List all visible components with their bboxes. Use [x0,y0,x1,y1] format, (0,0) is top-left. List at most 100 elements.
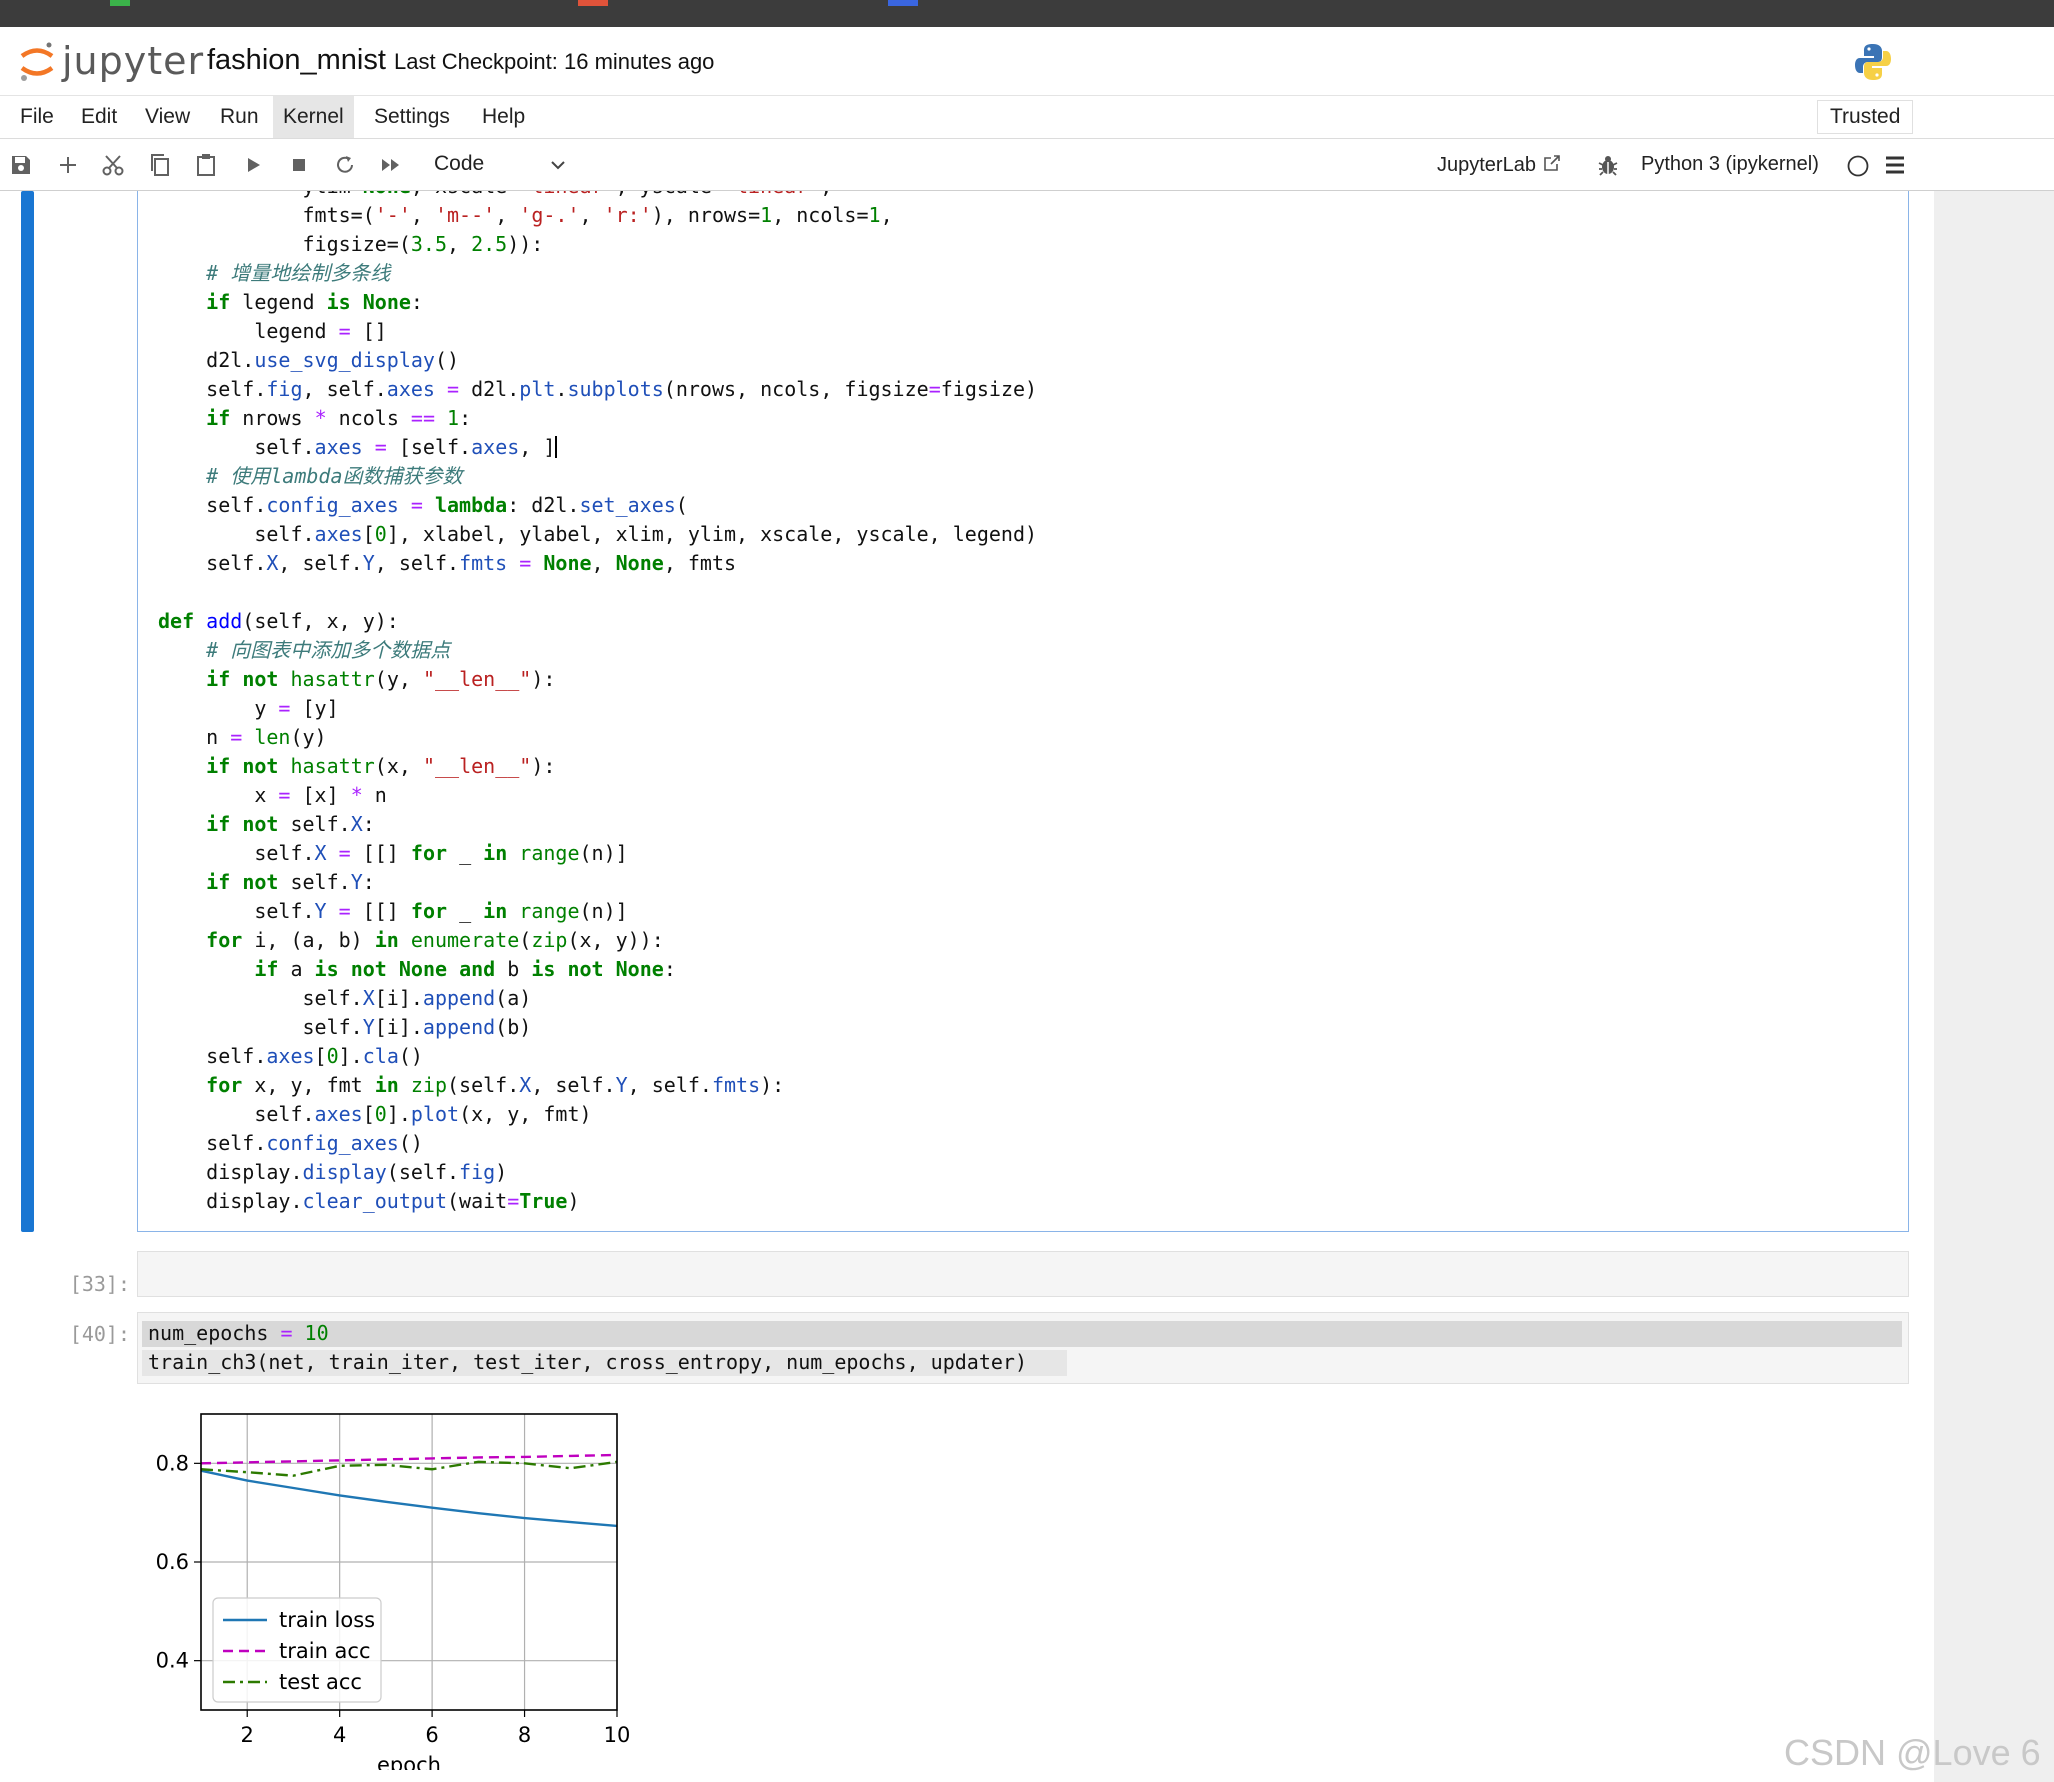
code-line: self.axes[0].cla() [158,1044,423,1068]
code-line: self.config_axes() [158,1131,423,1155]
code-line: if legend is None: [206,290,423,314]
chevron-down-icon[interactable] [548,155,568,175]
cell-type-select[interactable]: Code [434,152,484,176]
watermark: CSDN @Love 6 [1784,1732,2041,1773]
code-line: ylim=None, xscale='linear', yscale='line… [158,191,832,198]
x-tick-label: 8 [518,1723,531,1747]
code-line: n = len(y) [158,725,327,749]
code-line: def add(self, x, y): [158,609,399,633]
legend-label: test acc [279,1670,362,1694]
code-line: x = [x] * n [158,783,387,807]
code-line: self.axes[0].plot(x, y, fmt) [158,1102,592,1126]
kernel-name[interactable]: Python 3 (ipykernel) [1641,153,1819,176]
active-code-cell[interactable]: ylim=None, xscale='linear', yscale='line… [137,191,1909,1232]
series-line-train-loss [200,1469,618,1528]
code-line: self.X, self.Y, self.fmts = None, None, … [158,551,737,575]
code-line: if a is not None and b is not None: [254,957,676,981]
menu-settings[interactable]: Settings [364,96,460,138]
code-line: num_epochs = 10 [148,1321,329,1345]
code-line: self.config_axes = lambda: d2l.set_axes( [158,493,688,517]
stop-icon[interactable] [286,152,312,178]
code-line: if not self.X: [206,812,375,836]
os-tab-indicator-blue [888,0,918,6]
x-axis-label: epoch [377,1753,441,1770]
code-line: if not hasattr(y, "__len__"): [206,667,556,691]
os-tab-indicator-green [110,0,130,6]
run-icon[interactable] [240,152,266,178]
cell-33-prompt: [33]: [69,1272,130,1296]
code-line: if not hasattr(x, "__len__"): [206,754,556,778]
paste-icon[interactable] [193,152,219,178]
cell-40-editor[interactable]: num_epochs = 10 train_ch3(net, train_ite… [137,1312,1909,1384]
jupyter-logo-text: jupyter [62,39,205,83]
x-tick-label: 10 [604,1723,631,1747]
legend-label: train acc [279,1639,371,1663]
code-line: display.clear_output(wait=True) [158,1189,580,1213]
os-tab-indicator-red [578,0,608,6]
menu-kernel[interactable]: Kernel [273,96,354,138]
cell-33-editor[interactable] [137,1251,1909,1297]
y-tick-label: 0.4 [156,1649,189,1673]
add-cell-icon[interactable] [55,152,81,178]
notebook-title[interactable]: fashion_mnist [207,44,386,77]
menu-help[interactable]: Help [472,96,535,138]
code-line: self.X[i].append(a) [158,986,532,1010]
debugger-bug-icon[interactable] [1596,153,1620,177]
copy-icon[interactable] [147,152,173,178]
text-cursor [555,436,558,458]
top-header: jupyter fashion_mnist Last Checkpoint: 1… [0,27,2054,95]
active-cell-indicator [21,191,34,1232]
external-link-icon [1543,155,1560,171]
y-tick-label: 0.6 [156,1550,189,1574]
restart-icon[interactable] [332,152,358,178]
code-line: y = [y] [158,696,339,720]
x-tick-label: 4 [333,1723,346,1747]
code-line: self.Y[i].append(b) [158,1015,532,1039]
training-plot: 2 4 6 8 10 0.4 0.6 0.8 epoch train loss train ac… [156,1413,631,1770]
code-line: # 增量地绘制多条线 [206,261,391,285]
code-line: # 使用lambda函数捕获参数 [206,464,463,488]
hamburger-menu-icon[interactable] [1884,154,1906,176]
y-tick-label: 0.8 [156,1451,189,1475]
jupyterlab-label: JupyterLab [1437,154,1536,176]
fast-forward-icon[interactable] [378,152,404,178]
series-line-train-acc [200,1453,618,1465]
code-line: if nrows * ncols == 1: [206,406,472,430]
code-line: for i, (a, b) in enumerate(zip(x, y)): [206,928,664,952]
plot-legend: train loss train acc test acc [212,1597,382,1703]
code-line: self.axes = [self.axes, ] [158,435,558,459]
code-line: self.axes[0], xlabel, ylabel, xlim, ylim… [158,522,1038,546]
python-logo-icon [1855,44,1891,80]
x-tick-label: 6 [425,1723,438,1747]
code-line: self.fig, self.axes = d2l.plt.subplots(n… [158,377,1038,401]
code-line: legend = [] [158,319,387,343]
menu-file[interactable]: File [10,96,64,138]
cell-40-prompt: [40]: [69,1322,130,1346]
os-title-bar [0,0,2054,27]
kernel-status-idle-icon [1847,155,1869,177]
code-line: if not self.Y: [206,870,375,894]
cell-40-code[interactable]: num_epochs = 10 train_ch3(net, train_ite… [148,1319,1027,1377]
code-line: d2l.use_svg_display() [158,348,460,372]
checkpoint-status: Last Checkpoint: 16 minutes ago [394,49,715,74]
code-line: self.Y = [[] for _ in range(n)] [158,899,628,923]
code-line: figsize=(3.5, 2.5)): [158,232,544,256]
notebook-area: ylim=None, xscale='linear', yscale='line… [0,191,1934,1782]
trusted-indicator[interactable]: Trusted [1817,100,1914,134]
code-editor[interactable]: ylim=None, xscale='linear', yscale='line… [158,191,1037,1216]
right-scroll-region[interactable] [1934,191,2054,1782]
save-icon[interactable] [8,152,34,178]
menu-bar: File Edit View Run Kernel Settings Help … [0,95,2054,139]
cut-icon[interactable] [100,152,126,178]
menu-edit[interactable]: Edit [71,96,127,138]
code-line: fmts=('-', 'm--', 'g-.', 'r:'), nrows=1,… [158,203,893,227]
open-in-jupyterlab-link[interactable]: JupyterLab [1437,153,1562,177]
jupyter-logo-icon [20,42,54,81]
legend-label: train loss [279,1608,375,1632]
menu-run[interactable]: Run [210,96,269,138]
code-line: display.display(self.fig) [158,1160,508,1184]
x-tick-label: 2 [241,1723,254,1747]
code-line: # 向图表中添加多个数据点 [206,638,451,662]
menu-view[interactable]: View [135,96,200,138]
jupyter-logo[interactable]: jupyter [18,37,203,87]
